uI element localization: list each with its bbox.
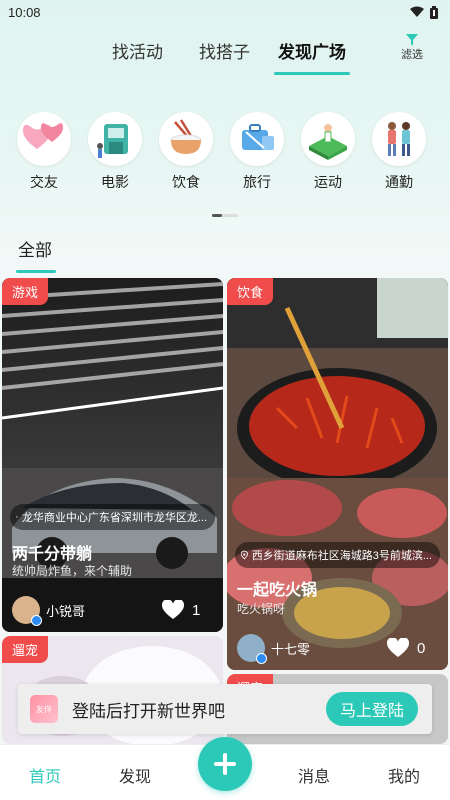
like-count: 1 (192, 601, 201, 619)
post-title: 一起吃火锅 (237, 582, 318, 599)
nav-home[interactable]: 首页 (29, 763, 61, 787)
category-label: 电影 (101, 174, 129, 190)
create-post-button[interactable] (198, 737, 252, 791)
category-label: 运动 (314, 174, 342, 190)
author-name: 小锐哥 (46, 603, 86, 619)
category-label: 旅行 (243, 174, 271, 190)
like-button[interactable]: 1 (162, 600, 200, 620)
battery-icon (430, 5, 438, 19)
category-label: 交友 (30, 174, 58, 190)
category-label: 饮食 (172, 174, 200, 190)
category-row: 交友 电影 饮食 旅行 运动 通勤 (0, 112, 450, 202)
avatar (237, 634, 267, 664)
tab-discover-square[interactable]: 发现广场 (278, 38, 346, 63)
cinema-icon (88, 112, 142, 166)
active-tab-indicator (274, 72, 350, 75)
top-tabs: 找活动 找搭子 发现广场 (0, 30, 450, 80)
app-logo: 友伴 (30, 695, 58, 723)
post-author[interactable]: 小锐哥 (12, 596, 86, 626)
filter-label: 滤选 (401, 49, 423, 61)
location-text: 西乡街道麻布社区海城路3号前城滨... (251, 550, 432, 562)
sports-field-icon (301, 112, 355, 166)
author-name: 十七零 (271, 641, 311, 657)
commuters-icon (372, 112, 426, 166)
nav-profile[interactable]: 我的 (388, 763, 420, 787)
rice-bowl-icon (159, 112, 213, 166)
hearts-icon (17, 112, 71, 166)
location-pin-icon (16, 515, 18, 519)
location-pill[interactable]: 西乡街道麻布社区海城路3号前城滨... (235, 542, 440, 568)
status-time: 10:08 (8, 4, 41, 20)
post-tag: 饮食 (227, 278, 274, 305)
post-card[interactable]: 饮食 西乡街道麻布社区海城路3号前城滨... 一起吃火锅 吃火锅呀 十七零 0 (227, 278, 448, 670)
tab-find-activity[interactable]: 找活动 (112, 38, 163, 63)
category-dating[interactable]: 交友 (14, 112, 74, 192)
login-banner: 友伴 登陆后打开新世界吧 马上登陆 (18, 684, 432, 734)
category-label: 通勤 (385, 174, 413, 190)
filter-icon (406, 34, 418, 46)
heart-icon (162, 600, 184, 619)
like-button[interactable]: 0 (387, 638, 425, 658)
filter-button[interactable]: 滤选 (396, 34, 428, 62)
post-card[interactable]: 游戏 龙华商业中心广东省深圳市龙华区龙... 两千分带躺 统帅局炸鱼，来个辅助 … (2, 278, 223, 632)
location-text: 龙华商业中心广东省深圳市龙华区龙... (21, 512, 207, 524)
heart-icon (387, 638, 409, 657)
post-tag: 游戏 (2, 278, 49, 305)
category-commute[interactable]: 通勤 (369, 112, 429, 192)
nav-messages[interactable]: 消息 (298, 763, 330, 787)
category-movie[interactable]: 电影 (85, 112, 145, 192)
login-prompt: 登陆后打开新世界吧 (72, 701, 225, 721)
tab-find-partner[interactable]: 找搭子 (199, 38, 250, 63)
category-food[interactable]: 饮食 (156, 112, 216, 192)
post-description: 吃火锅呀 (237, 602, 286, 616)
category-scroll-indicator (212, 214, 238, 217)
category-sports[interactable]: 运动 (298, 112, 358, 192)
login-button[interactable]: 马上登陆 (326, 692, 418, 726)
post-tag: 遛宠 (2, 636, 49, 663)
status-bar: 10:08 (0, 0, 450, 24)
suitcase-icon (230, 112, 284, 166)
avatar (12, 596, 42, 626)
status-icons (410, 5, 438, 19)
plus-icon (214, 753, 236, 775)
post-author[interactable]: 十七零 (237, 634, 311, 664)
location-pill[interactable]: 龙华商业中心广东省深圳市龙华区龙... (10, 504, 215, 530)
like-count: 0 (417, 639, 426, 657)
tab-all[interactable]: 全部 (18, 236, 52, 261)
wifi-icon (410, 6, 424, 17)
post-title: 两千分带躺 (12, 546, 93, 563)
category-travel[interactable]: 旅行 (227, 112, 287, 192)
post-description: 统帅局炸鱼，来个辅助 (12, 564, 133, 578)
nav-discover[interactable]: 发现 (119, 763, 151, 787)
all-tab-indicator (16, 270, 56, 273)
location-pin-icon (241, 550, 248, 560)
